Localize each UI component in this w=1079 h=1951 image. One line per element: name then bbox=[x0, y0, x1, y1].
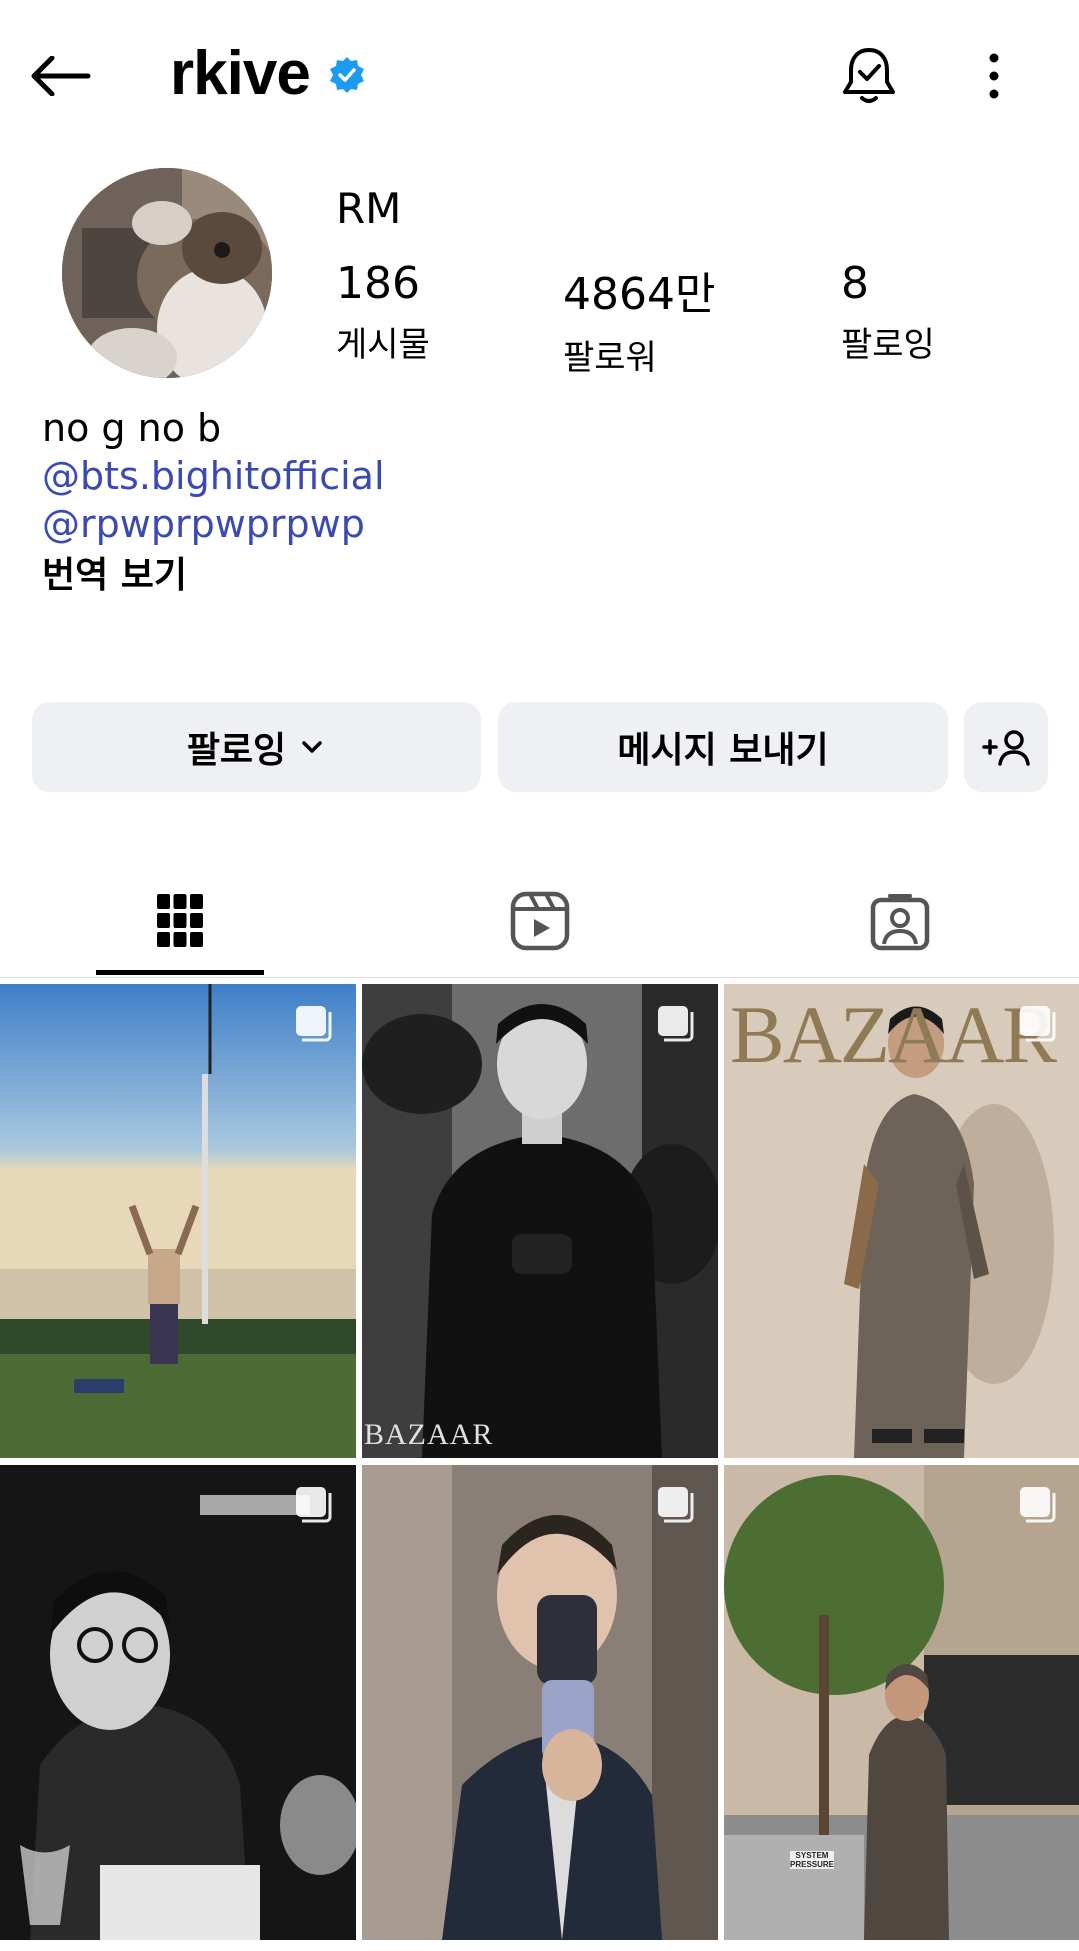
profile-avatar[interactable] bbox=[62, 168, 272, 378]
more-options-button[interactable] bbox=[968, 44, 1020, 108]
tab-posts-grid[interactable] bbox=[0, 864, 360, 978]
notification-bell-button[interactable] bbox=[836, 42, 902, 108]
back-button[interactable] bbox=[28, 44, 92, 108]
profile-username: rkive bbox=[170, 39, 311, 108]
bio-link-threads-2[interactable]: @rpwprpwprpwp bbox=[42, 500, 385, 548]
profile-tabs bbox=[0, 864, 1079, 978]
more-vertical-icon bbox=[989, 53, 999, 99]
bio-link-threads-1[interactable]: @bts.bighitofficial bbox=[42, 452, 385, 500]
posts-count-stat[interactable]: 186 게시물 bbox=[336, 258, 430, 366]
stat-label: 팔로잉 bbox=[841, 325, 935, 365]
profile-display-name: RM bbox=[336, 184, 402, 233]
reels-icon bbox=[510, 891, 570, 951]
multi-photo-icon bbox=[296, 1487, 332, 1523]
post-tile[interactable]: SYSTEM PRESSURE bbox=[724, 1465, 1079, 1940]
tab-reels[interactable] bbox=[360, 864, 720, 978]
post-tile[interactable] bbox=[0, 984, 356, 1458]
stat-value: 4864만 bbox=[563, 269, 716, 320]
top-bar: rkive bbox=[0, 0, 1079, 150]
post-tile[interactable] bbox=[362, 1465, 718, 1940]
active-tab-indicator bbox=[96, 970, 264, 975]
post-overlay-text: SYSTEM PRESSURE bbox=[790, 1851, 835, 1869]
multi-photo-icon bbox=[658, 1487, 694, 1523]
post-overlay-text: BAZAAR bbox=[364, 1418, 494, 1451]
verified-badge-icon bbox=[328, 56, 366, 94]
arrow-left-icon bbox=[31, 56, 91, 96]
stat-label: 게시물 bbox=[336, 325, 430, 365]
following-label: 팔로잉 bbox=[186, 730, 287, 771]
tagged-person-icon bbox=[870, 894, 930, 951]
translate-button[interactable]: 번역 보기 bbox=[42, 552, 385, 600]
bio-text: no g no b bbox=[42, 406, 222, 450]
profile-bio: no g no b @bts.bighitofficial @rpwprpwpr… bbox=[42, 404, 385, 600]
multi-photo-icon bbox=[1020, 1487, 1056, 1523]
followers-count-stat[interactable]: 4864만 팔로워 bbox=[563, 258, 715, 379]
post-tile[interactable]: BAZAAR bbox=[724, 984, 1079, 1458]
message-label: 메시지 보내기 bbox=[617, 730, 829, 771]
multi-photo-icon bbox=[1020, 1006, 1056, 1042]
multi-photo-icon bbox=[658, 1006, 694, 1042]
tab-tagged[interactable] bbox=[720, 864, 1079, 978]
stat-value: 186 bbox=[336, 258, 420, 309]
suggested-users-button[interactable] bbox=[964, 702, 1048, 792]
post-tile[interactable]: BAZAAR bbox=[362, 984, 718, 1458]
chevron-down-icon bbox=[302, 741, 322, 753]
following-count-stat[interactable]: 8 팔로잉 bbox=[841, 258, 935, 366]
post-overlay-text: BAZAAR bbox=[730, 989, 1057, 1080]
grid-icon bbox=[157, 894, 203, 947]
add-person-icon bbox=[982, 730, 1030, 766]
post-tile[interactable] bbox=[0, 1465, 356, 1940]
stat-label: 팔로워 bbox=[563, 338, 657, 378]
message-button[interactable]: 메시지 보내기 bbox=[498, 702, 948, 792]
bell-check-icon bbox=[843, 48, 895, 103]
following-button[interactable]: 팔로잉 bbox=[32, 702, 481, 792]
multi-photo-icon bbox=[296, 1006, 332, 1042]
stat-value: 8 bbox=[841, 258, 869, 309]
